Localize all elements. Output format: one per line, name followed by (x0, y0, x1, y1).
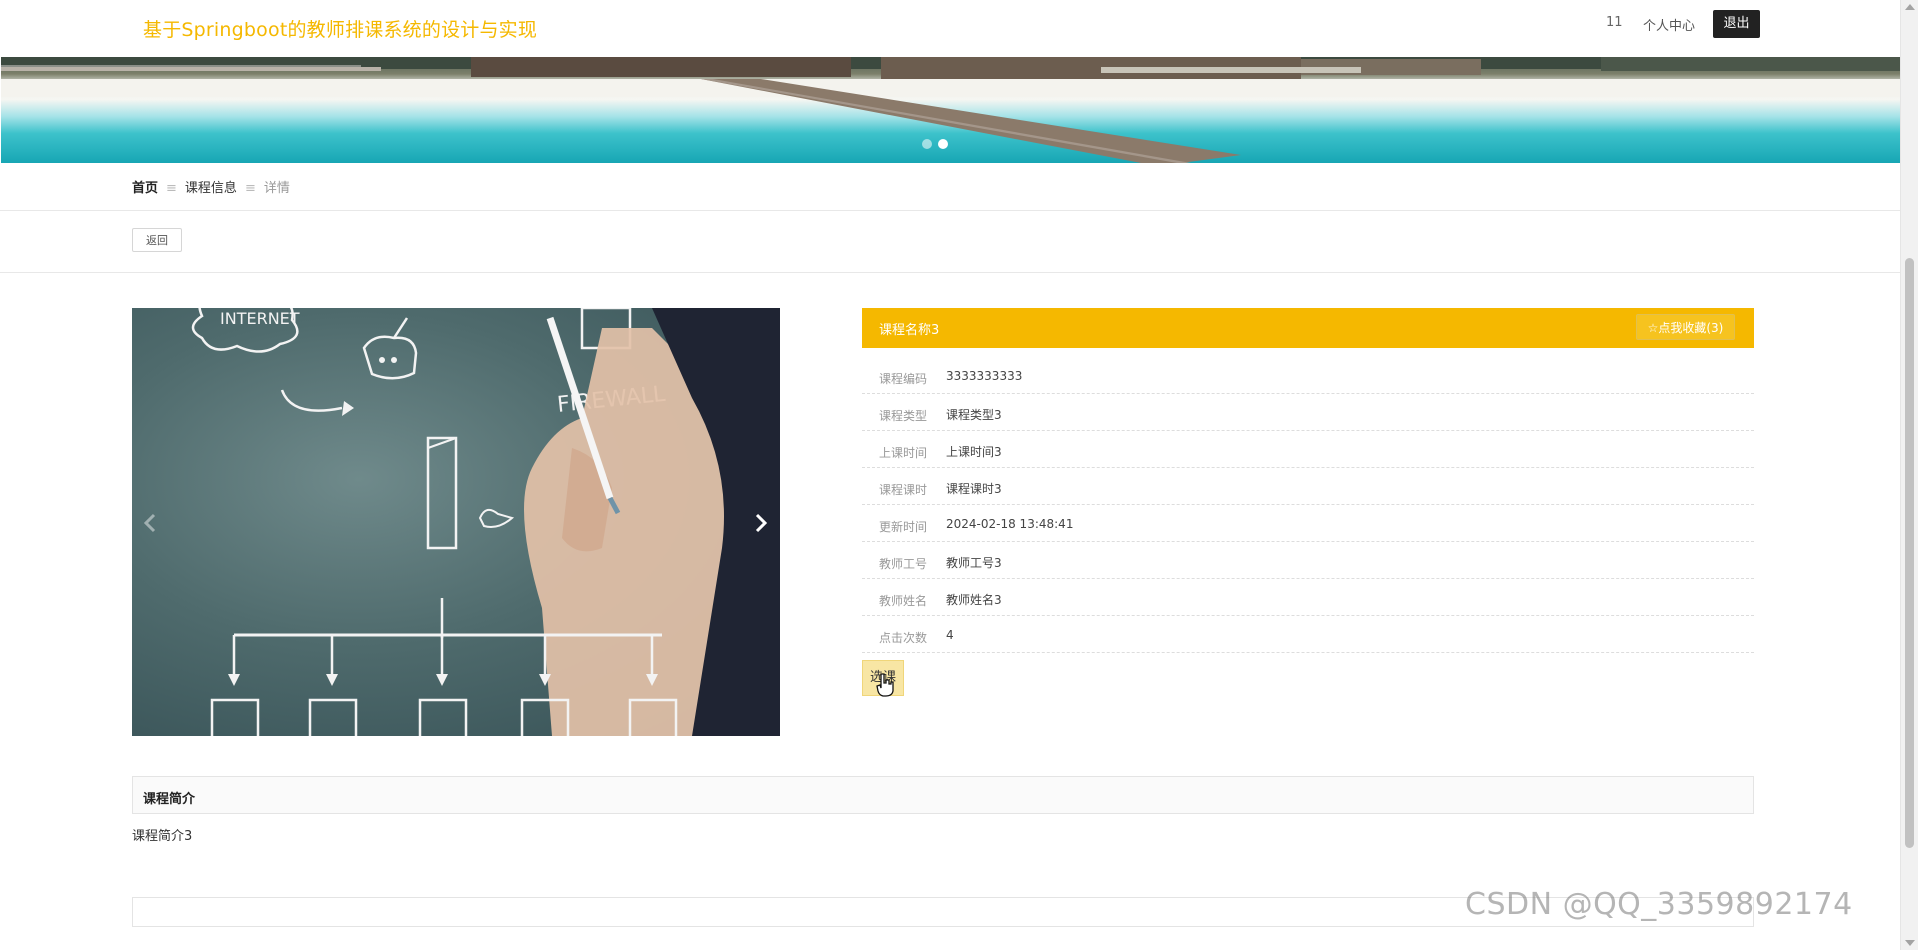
top-header: 基于Springboot的教师排课系统的设计与实现 11 个人中心 退出 (0, 0, 1900, 57)
course-image-carousel[interactable]: INTERNET FIREWALL (132, 308, 780, 736)
info-row: 更新时间 2024-02-18 13:48:41 (862, 506, 1754, 542)
intro-text: 课程简介3 (132, 829, 193, 844)
info-row: 教师姓名 教师姓名3 (862, 580, 1754, 616)
scroll-up-icon[interactable] (1905, 4, 1915, 10)
back-button[interactable]: 返回 (132, 228, 182, 252)
divider (0, 210, 1900, 211)
breadcrumb-current: 详情 (263, 181, 290, 196)
banner-dot-1[interactable] (922, 139, 932, 149)
intro-title: 课程简介 (143, 792, 196, 807)
banner-dot-2[interactable] (938, 139, 948, 149)
info-row: 课程编码 3333333333 (862, 358, 1754, 394)
info-value: 课程类型3 (946, 408, 1002, 422)
scrollbar-thumb[interactable] (1905, 258, 1914, 848)
scroll-down-icon[interactable] (1905, 940, 1915, 946)
course-title-bar: 课程名称3 ☆点我收藏(3) (862, 308, 1754, 348)
info-value: 4 (946, 628, 954, 642)
beach-scene-illustration (1, 57, 1900, 163)
info-value: 教师姓名3 (946, 593, 1002, 607)
banner-image (1, 57, 1900, 163)
chevron-left-icon (143, 513, 156, 533)
page: 基于Springboot的教师排课系统的设计与实现 11 个人中心 退出 首页 ≡… (0, 0, 1900, 950)
info-value: 上课时间3 (946, 445, 1002, 459)
info-value: 教师工号3 (946, 556, 1002, 570)
chevron-right-icon (755, 513, 768, 533)
logout-button[interactable]: 退出 (1713, 10, 1760, 38)
info-label: 上课时间 (879, 446, 928, 460)
user-center-link[interactable]: 个人中心 (1643, 15, 1695, 34)
info-row: 点击次数 4 (862, 617, 1754, 653)
breadcrumb-separator: ≡ (166, 181, 177, 196)
info-label: 课程编码 (879, 372, 928, 386)
site-title[interactable]: 基于Springboot的教师排课系统的设计与实现 (143, 15, 537, 42)
breadcrumb-separator: ≡ (244, 181, 256, 196)
info-row: 课程课时 课程课时3 (862, 469, 1754, 505)
hand-cursor-icon (876, 673, 894, 697)
info-label: 课程类型 (879, 409, 928, 423)
info-row: 课程类型 课程类型3 (862, 395, 1754, 431)
watermark: CSDN @QQ_3359892174 (1465, 887, 1853, 922)
carousel-next-button[interactable] (746, 508, 776, 538)
username-label: 11 (1606, 15, 1623, 30)
favorite-button[interactable]: ☆点我收藏(3) (1636, 314, 1735, 340)
divider (0, 272, 1900, 273)
network-diagram-photo: INTERNET FIREWALL (191, 308, 780, 736)
vertical-scrollbar[interactable] (1900, 0, 1918, 950)
info-label: 教师工号 (879, 557, 928, 571)
info-label: 更新时间 (879, 520, 928, 534)
internet-text: INTERNET (220, 309, 300, 328)
course-name: 课程名称3 (879, 323, 940, 338)
breadcrumb-home[interactable]: 首页 (132, 177, 158, 196)
info-value: 2024-02-18 13:48:41 (946, 517, 1074, 531)
breadcrumb: 首页 ≡ 课程信息 ≡ 详情 (132, 177, 290, 196)
info-value: 3333333333 (946, 369, 1023, 383)
info-row: 上课时间 上课时间3 (862, 432, 1754, 468)
info-label: 教师姓名 (879, 594, 928, 608)
info-label: 课程课时 (879, 483, 928, 497)
info-label: 点击次数 (879, 631, 928, 645)
info-value: 课程课时3 (946, 482, 1002, 496)
carousel-prev-button[interactable] (136, 508, 166, 538)
intro-section-header: 课程简介 (132, 776, 1754, 814)
breadcrumb-course-info[interactable]: 课程信息 (185, 177, 237, 196)
info-row: 教师工号 教师工号3 (862, 543, 1754, 579)
